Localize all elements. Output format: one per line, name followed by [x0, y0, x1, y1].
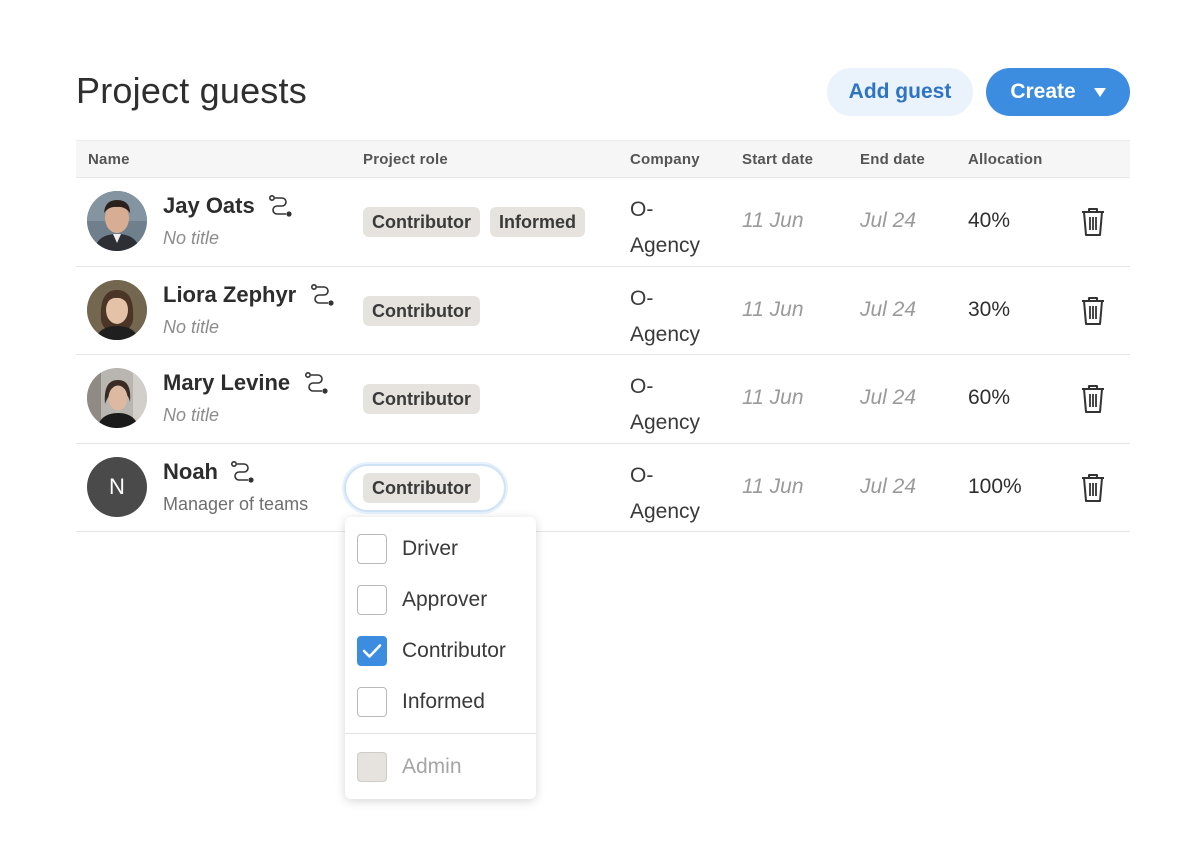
- role-chip[interactable]: Contributor: [363, 472, 480, 503]
- add-guest-button[interactable]: Add guest: [827, 68, 973, 116]
- table-row: Jay Oats No title Contributor Informed O…: [76, 178, 1130, 267]
- create-button[interactable]: Create: [986, 68, 1130, 116]
- guest-name[interactable]: Jay Oats: [163, 193, 255, 219]
- header-company[interactable]: Company: [630, 151, 700, 168]
- guest-title: No title: [163, 228, 220, 248]
- header-name[interactable]: Name: [88, 151, 130, 168]
- header-allocation[interactable]: Allocation: [968, 151, 1043, 168]
- guest-name[interactable]: Noah: [163, 459, 218, 485]
- end-date[interactable]: Jul 24: [860, 298, 916, 322]
- role-chip[interactable]: Contributor: [363, 295, 480, 326]
- guest-title: No title: [163, 316, 220, 337]
- option-label: Driver: [402, 537, 458, 560]
- route-icon[interactable]: [230, 460, 256, 484]
- end-date[interactable]: Jul 24: [860, 475, 916, 499]
- role-option-informed[interactable]: Informed: [357, 687, 485, 717]
- role-chip[interactable]: Contributor: [363, 207, 480, 237]
- table-row: N Noah Manager of teams Contributor O- A…: [76, 444, 1130, 532]
- dropdown-divider: [345, 733, 536, 734]
- company: O- Agency: [630, 192, 740, 264]
- trash-icon[interactable]: [1079, 206, 1107, 238]
- avatar[interactable]: N: [87, 456, 147, 517]
- header-role[interactable]: Project role: [363, 151, 448, 168]
- company: O- Agency: [630, 281, 740, 353]
- start-date[interactable]: 11 Jun: [742, 386, 804, 410]
- header-end-date[interactable]: End date: [860, 151, 925, 168]
- option-label: Admin: [402, 755, 462, 778]
- guest-name[interactable]: Mary Levine: [163, 370, 290, 396]
- guest-name[interactable]: Liora Zephyr: [163, 282, 296, 308]
- company-name: O- Agency: [630, 375, 701, 434]
- option-label: Contributor: [402, 639, 506, 662]
- allocation[interactable]: 30%: [968, 298, 1010, 322]
- checkbox-disabled: [357, 752, 387, 782]
- company-name: O- Agency: [630, 463, 701, 523]
- avatar[interactable]: [87, 368, 147, 428]
- allocation[interactable]: 60%: [968, 386, 1010, 410]
- end-date[interactable]: Jul 24: [860, 209, 916, 233]
- role-dropdown: Driver Approver Contributor Informed Adm…: [345, 517, 536, 799]
- role-option-admin: Admin: [357, 752, 462, 782]
- company-name: O- Agency: [630, 198, 701, 257]
- avatar[interactable]: [87, 279, 147, 340]
- check-icon: [362, 644, 382, 658]
- route-icon[interactable]: [310, 283, 336, 307]
- table-row: Liora Zephyr No title Contributor O- Age…: [76, 267, 1130, 355]
- guest-title: Manager of teams: [163, 493, 309, 514]
- company-name: O- Agency: [630, 286, 701, 346]
- create-button-label: Create: [1010, 80, 1076, 103]
- checkbox-checked[interactable]: [357, 636, 387, 666]
- page-title: Project guests: [76, 70, 307, 111]
- trash-icon[interactable]: [1079, 472, 1107, 504]
- checkbox[interactable]: [357, 687, 387, 717]
- option-label: Informed: [402, 690, 485, 713]
- role-chip[interactable]: Informed: [490, 207, 586, 237]
- role-chip[interactable]: Contributor: [363, 384, 480, 414]
- trash-icon[interactable]: [1079, 295, 1107, 327]
- role-option-contributor[interactable]: Contributor: [357, 636, 506, 666]
- start-date[interactable]: 11 Jun: [742, 209, 804, 233]
- company: O- Agency: [630, 458, 740, 530]
- role-option-driver[interactable]: Driver: [357, 534, 458, 564]
- avatar[interactable]: [87, 191, 147, 251]
- table-header: Name Project role Company Start date End…: [76, 140, 1130, 178]
- allocation[interactable]: 100%: [968, 475, 1022, 499]
- guests-table: Name Project role Company Start date End…: [76, 140, 1130, 532]
- start-date[interactable]: 11 Jun: [742, 475, 804, 499]
- role-option-approver[interactable]: Approver: [357, 585, 487, 615]
- start-date[interactable]: 11 Jun: [742, 298, 804, 322]
- allocation[interactable]: 40%: [968, 209, 1010, 233]
- route-icon[interactable]: [268, 194, 294, 218]
- route-icon[interactable]: [304, 371, 330, 395]
- header-start-date[interactable]: Start date: [742, 151, 813, 168]
- caret-down-icon: [1093, 87, 1106, 97]
- company: O- Agency: [630, 369, 740, 441]
- table-row: Mary Levine No title Contributor O- Agen…: [76, 355, 1130, 444]
- option-label: Approver: [402, 588, 488, 611]
- trash-icon[interactable]: [1079, 383, 1107, 415]
- checkbox[interactable]: [357, 534, 387, 564]
- guest-title: No title: [163, 405, 220, 425]
- end-date[interactable]: Jul 24: [860, 386, 916, 410]
- checkbox[interactable]: [357, 585, 387, 615]
